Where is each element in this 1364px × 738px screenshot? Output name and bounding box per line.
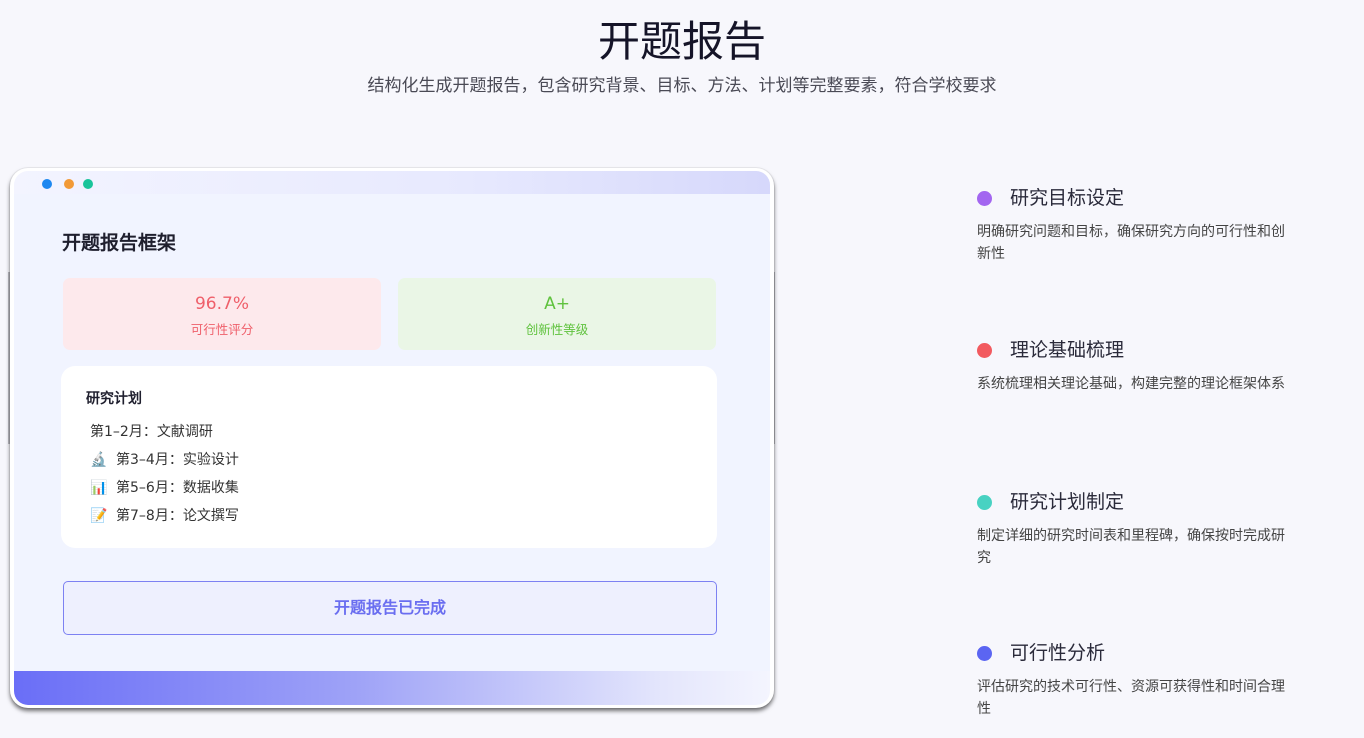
innovation-grade-card: A+ 创新性等级 [398,278,716,350]
feature-description: 系统梳理相关理论基础，构建完整的理论框架体系 [977,376,1285,392]
innovation-grade-value: A+ [544,294,570,314]
feature-description: 评估研究的技术可行性、资源可获得性和时间合理性 [977,679,1285,717]
feature-description: 制定详细的研究时间表和里程碑，确保按时完成研究 [977,528,1285,566]
feature-title: 研究目标设定 [1010,187,1125,209]
window-dot-blue-icon [42,179,52,189]
plan-item-text: 第3–4月：实验设计 [116,452,239,468]
plan-item-text: 第7–8月：论文撰写 [116,508,239,524]
feature-bullet-icon [977,495,992,510]
plan-item: 📊 第5–6月：数据收集 [90,478,239,498]
plan-item: 📝 第7–8月：论文撰写 [90,506,239,526]
feasibility-score-card: 96.7% 可行性评分 [63,278,381,350]
research-plan-card: 研究计划 第1–2月：文献调研 🔬 第3–4月：实验设计 📊 第5–6月：数据收集 … [61,366,717,548]
feasibility-score-label: 可行性评分 [190,322,254,337]
plan-item-text: 第5–6月：数据收集 [116,480,239,496]
feature-bullet-icon [977,646,992,661]
tablet-mockup: 开题报告框架 96.7% 可行性评分 A+ 创新性等级 研究计划 第1–2月：文… [10,168,774,708]
plan-item: 第1–2月：文献调研 [90,422,213,442]
plan-item: 🔬 第3–4月：实验设计 [90,450,239,470]
feature-title: 研究计划制定 [1010,491,1125,513]
page-subtitle: 结构化生成开题报告，包含研究背景、目标、方法、计划等完整要素，符合学校要求 [367,76,997,96]
mockup-bottom-gradient-bar [14,671,770,705]
memo-icon: 📝 [90,508,108,524]
report-completed-button[interactable]: 开题报告已完成 [63,581,717,635]
page-title: 开题报告 [597,17,766,66]
window-title-bar [14,171,770,194]
feature-title: 理论基础梳理 [1010,339,1125,361]
feature-title: 可行性分析 [1010,642,1106,664]
feature-description: 明确研究问题和目标，确保研究方向的可行性和创新性 [977,224,1285,262]
research-plan-title: 研究计划 [86,391,142,407]
feature-bullet-icon [977,343,992,358]
microscope-icon: 🔬 [90,452,108,468]
window-dot-green-icon [83,179,93,189]
mockup-screen: 开题报告框架 96.7% 可行性评分 A+ 创新性等级 研究计划 第1–2月：文… [14,194,770,672]
window-dot-orange-icon [64,179,74,189]
feasibility-score-value: 96.7% [194,294,249,314]
bar-chart-icon: 📊 [90,480,108,496]
innovation-grade-label: 创新性等级 [525,322,589,337]
plan-item-text: 第1–2月：文献调研 [90,424,213,440]
frame-title: 开题报告框架 [62,232,177,254]
feature-bullet-icon [977,191,992,206]
